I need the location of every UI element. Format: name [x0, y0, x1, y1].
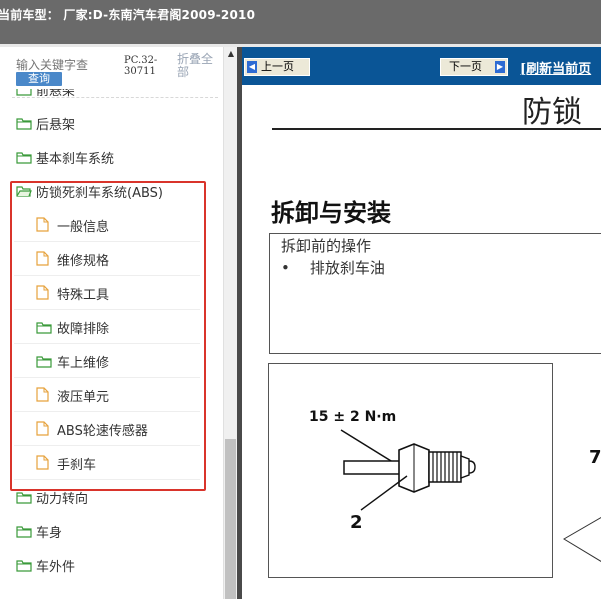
search-input[interactable]: [16, 56, 120, 73]
tree-item[interactable]: 车上维修: [14, 343, 200, 378]
document-pane: ◀ 上一页 下一页 ▶ [刷新当前页 防锁 拆卸与安装 拆卸前的操作 • 排放刹车…: [242, 47, 601, 599]
pre-ops-title: 拆卸前的操作: [281, 237, 372, 255]
tree-item-label: 一般信息: [57, 220, 110, 235]
folder-icon: [16, 489, 32, 508]
partial-diagram-outline: [563, 517, 601, 562]
left-pane: 查询 PC.32-30711 折叠全部 前悬架后悬架基本刹车系统防锁死刹车系统(…: [0, 47, 224, 599]
tree-item-label: 基本刹车系统: [36, 152, 115, 167]
page-icon: [36, 285, 49, 304]
tree-scrollbar[interactable]: ▲: [223, 47, 238, 599]
folder-icon: [16, 557, 32, 576]
pre-ops-item: • 排放刹车油: [281, 257, 385, 278]
divider: [12, 97, 218, 98]
right-arrow-icon: ▶: [495, 61, 505, 73]
folder-icon: [16, 115, 32, 134]
folder-icon: [16, 149, 32, 168]
tree-item-label: 动力转向: [36, 492, 89, 507]
pre-ops-box: 拆卸前的操作 • 排放刹车油: [269, 233, 601, 354]
tree-item[interactable]: 车身: [0, 513, 205, 547]
tree-item[interactable]: 车外件: [0, 547, 205, 581]
tree-item-label: 车身: [36, 526, 63, 541]
bleeder-screw-illustration: [340, 429, 476, 511]
prev-page-label: 上一页: [261, 60, 294, 73]
window-title: 当前车型： 厂家:D-东南汽车君阁2009-2010: [0, 8, 256, 22]
page-icon: [36, 251, 49, 270]
tree-item[interactable]: 特殊工具: [14, 275, 200, 310]
scroll-up-arrow-icon[interactable]: ▲: [224, 47, 238, 61]
doc-nav-bar: ◀ 上一页 下一页 ▶ [刷新当前页: [242, 47, 601, 85]
part-code: PC.32-30711: [124, 55, 158, 77]
tree-item-label: 车上维修: [57, 356, 110, 371]
next-page-label: 下一页: [449, 60, 482, 73]
doc-title: 防锁: [522, 95, 582, 130]
tree-item[interactable]: ABS轮速传感器: [14, 411, 200, 446]
section-title: 拆卸与安装: [271, 198, 391, 227]
tree-item[interactable]: 维修规格: [14, 241, 200, 276]
tree-item[interactable]: 后悬架: [0, 105, 205, 139]
page-icon: [36, 421, 49, 440]
callout-2: 2: [350, 512, 363, 533]
folder-icon: [36, 319, 52, 338]
bullet: •: [281, 259, 290, 277]
nav-tree: 前悬架 后悬架 基本刹车系统 防锁死刹车系统(ABS) 一般信息 维修规格 特殊工具 故障排除…: [0, 89, 223, 599]
folder-icon: [16, 523, 32, 542]
refresh-page-link[interactable]: [刷新当前页: [520, 58, 591, 77]
figure-box: 15 ± 2 N·m 2: [268, 363, 553, 578]
tree-item-label: 防锁死刹车系统(ABS): [36, 186, 163, 201]
tree-item[interactable]: 液压单元: [14, 377, 200, 412]
tree-item-label: 故障排除: [57, 322, 110, 337]
tree-item[interactable]: 动力转向: [0, 479, 205, 513]
tree-item[interactable]: 手刹车: [14, 445, 200, 480]
tree-item-label: 车外件: [36, 560, 76, 575]
callout-7: 7: [589, 447, 601, 468]
open-folder-icon: [16, 183, 32, 202]
tree-item-label: 液压单元: [57, 390, 110, 405]
tree-item-label: 后悬架: [36, 118, 76, 133]
tree-item-label: 维修规格: [57, 254, 110, 269]
folder-icon: [36, 353, 52, 372]
tree-item[interactable]: 基本刹车系统: [0, 139, 205, 173]
prev-page-button[interactable]: ◀ 上一页: [244, 58, 310, 76]
page-icon: [36, 455, 49, 474]
pre-ops-item-text: 排放刹车油: [309, 259, 385, 277]
folder-icon: [16, 89, 32, 100]
search-button[interactable]: 查询: [16, 72, 62, 86]
fold-all-button[interactable]: 折叠全部: [177, 53, 219, 79]
tree-item[interactable]: 防锁死刹车系统(ABS): [0, 173, 205, 207]
tree-item-label: 手刹车: [57, 458, 97, 473]
page-icon: [36, 217, 49, 236]
left-arrow-icon: ◀: [247, 61, 257, 73]
next-page-button[interactable]: 下一页 ▶: [440, 58, 508, 76]
scroll-thumb[interactable]: [225, 439, 236, 599]
page-icon: [36, 387, 49, 406]
title-rule: [272, 128, 601, 130]
tree-item[interactable]: 故障排除: [14, 309, 200, 344]
tree-item-label: 特殊工具: [57, 288, 110, 303]
tree-item[interactable]: 一般信息: [14, 207, 200, 242]
title-bar: 当前车型： 厂家:D-东南汽车君阁2009-2010: [0, 0, 601, 44]
tree-item-label: ABS轮速传感器: [57, 424, 148, 439]
